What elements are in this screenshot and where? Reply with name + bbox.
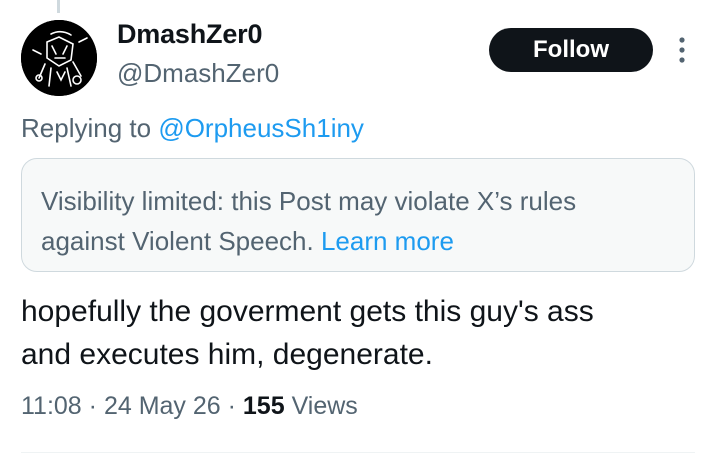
- tweet-time[interactable]: 11:08: [21, 392, 82, 420]
- thread-connector-line: [57, 0, 60, 13]
- views-count: 155: [242, 392, 285, 420]
- avatar-illustration: [21, 20, 97, 96]
- more-vertical-icon: [679, 37, 685, 63]
- replying-to-prefix: Replying to: [21, 113, 159, 143]
- tweet-text-line1: hopefully the goverment gets this guy's …: [21, 295, 594, 328]
- notice-text-line2: against Violent Speech.: [41, 226, 321, 256]
- more-options-button[interactable]: [672, 32, 692, 68]
- replying-to: Replying to @OrpheusSh1iny: [21, 113, 364, 144]
- author-display-name[interactable]: DmashZer0: [117, 19, 262, 50]
- tweet-text: hopefully the goverment gets this guy's …: [21, 290, 711, 376]
- replying-to-mention-link[interactable]: @OrpheusSh1iny: [158, 113, 364, 143]
- meta-separator: ·: [220, 392, 243, 420]
- tweet-meta: 11:08 · 24 May 26 · 155 Views: [21, 392, 358, 421]
- notice-text-line2-wrap: against Violent Speech. Learn more: [41, 221, 675, 261]
- learn-more-link[interactable]: Learn more: [321, 226, 454, 256]
- views-label: Views: [284, 392, 358, 420]
- avatar[interactable]: [21, 20, 97, 96]
- notice-text-line1: Visibility limited: this Post may violat…: [41, 186, 577, 216]
- tweet-date[interactable]: 24 May 26: [104, 392, 221, 420]
- author-handle[interactable]: @DmashZer0: [117, 58, 279, 89]
- visibility-limited-notice: Visibility limited: this Post may violat…: [21, 158, 695, 272]
- follow-button[interactable]: Follow: [489, 28, 653, 72]
- meta-separator: ·: [81, 392, 104, 420]
- tweet-text-line2: and executes him, degenerate.: [21, 338, 433, 371]
